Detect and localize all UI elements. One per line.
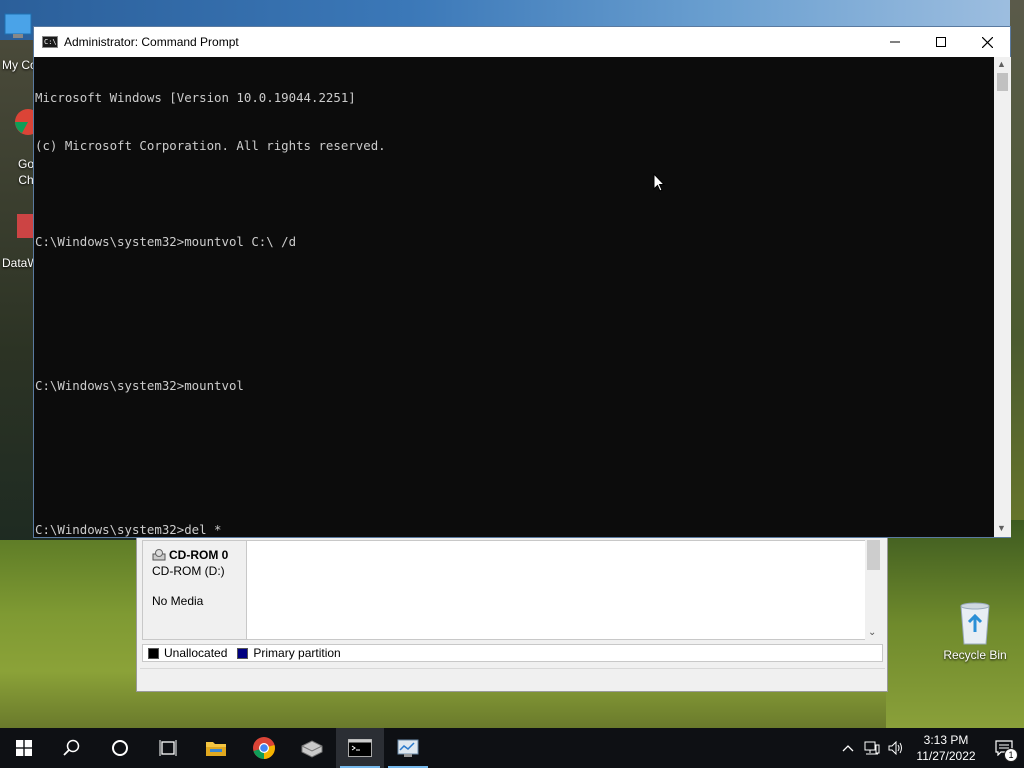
console-line: C:\Windows\system32>mountvol C:\ /d <box>35 234 297 249</box>
disk-icon <box>301 740 323 758</box>
desktop-icon-label: Go Ch <box>18 157 35 187</box>
command-prompt-window[interactable]: C:\ Administrator: Command Prompt Micros… <box>33 26 1011 538</box>
minimize-icon <box>890 41 900 43</box>
desktop-icon-recycle-bin[interactable]: Recycle Bin <box>940 600 1010 662</box>
console-scrollbar[interactable]: ▲ ▼ <box>994 57 1011 537</box>
console-prompt-line[interactable]: C:\Windows\system32>del * <box>35 522 993 537</box>
scrollbar-thumb[interactable] <box>997 73 1008 91</box>
legend-item-unallocated: Unallocated <box>148 646 227 660</box>
disk-name: CD-ROM 0 <box>169 548 229 562</box>
status-bar <box>140 668 885 688</box>
disk-list-pane[interactable]: CD-ROM 0 CD-ROM (D:) No Media <box>142 540 867 640</box>
cdrom-drive-icon <box>152 549 166 561</box>
start-button[interactable] <box>0 728 48 768</box>
volume-button[interactable] <box>884 728 908 768</box>
disk-label-cdrom[interactable]: CD-ROM 0 CD-ROM (D:) No Media <box>143 541 247 639</box>
legend-swatch <box>237 647 249 659</box>
recycle-bin-icon <box>960 602 990 645</box>
wallpaper-mountain-right <box>1010 0 1024 560</box>
show-hidden-icons-button[interactable] <box>836 728 860 768</box>
taskbar-clock[interactable]: 3:13 PM 11/27/2022 <box>912 732 980 764</box>
speaker-icon <box>888 741 902 755</box>
command-prompt-taskbar-button[interactable] <box>336 728 384 768</box>
minimize-button[interactable] <box>872 27 918 57</box>
chevron-up-icon <box>842 745 854 752</box>
task-view-button[interactable] <box>144 728 192 768</box>
chevron-down-icon[interactable]: ▼ <box>997 523 1006 533</box>
chrome-button[interactable] <box>240 728 288 768</box>
maximize-button[interactable] <box>918 27 964 57</box>
chrome-icon <box>15 109 34 135</box>
disk-pane-scrollbar[interactable]: ⌄ <box>865 540 882 640</box>
legend-item-primary-partition: Primary partition <box>237 646 341 660</box>
desktop-icon-google-chrome[interactable]: Go Ch <box>10 108 34 187</box>
chevron-down-icon[interactable]: ⌄ <box>868 627 876 638</box>
disk-legend: Unallocated Primary partition <box>142 644 883 662</box>
console-output[interactable]: Microsoft Windows [Version 10.0.19044.22… <box>34 57 994 537</box>
computer-icon <box>4 13 32 38</box>
folder-icon <box>206 742 226 756</box>
taskbar: 3:13 PM 11/27/2022 1 <box>0 728 1024 768</box>
cmd-icon: C:\ <box>42 36 58 48</box>
chrome-icon <box>253 737 275 759</box>
task-view-icon <box>159 740 177 756</box>
search-button[interactable] <box>48 728 96 768</box>
window-controls <box>872 27 1010 57</box>
window-title: Administrator: Command Prompt <box>64 35 239 49</box>
title-bar[interactable]: C:\ Administrator: Command Prompt <box>34 27 1010 57</box>
disk-type: CD-ROM (D:) <box>152 564 225 578</box>
system-tray: 3:13 PM 11/27/2022 1 <box>836 728 1024 768</box>
clock-time: 3:13 PM <box>923 733 969 747</box>
cortana-circle-icon <box>112 740 128 756</box>
disk-tool-button[interactable] <box>288 728 336 768</box>
file-explorer-button[interactable] <box>192 728 240 768</box>
close-icon <box>981 36 993 48</box>
legend-label: Primary partition <box>253 646 341 660</box>
mouse-cursor-icon <box>653 173 665 192</box>
windows-logo-icon <box>16 740 32 756</box>
disk-media-status: No Media <box>152 594 204 608</box>
network-icon <box>864 741 880 755</box>
search-icon <box>63 739 80 756</box>
desktop-icon-dataw[interactable]: DataW <box>2 210 39 270</box>
console-line: Microsoft Windows [Version 10.0.19044.22… <box>35 90 356 105</box>
clock-date: 11/27/2022 <box>916 749 976 763</box>
cortana-button[interactable] <box>96 728 144 768</box>
legend-swatch <box>148 647 159 659</box>
disk-management-taskbar-button[interactable] <box>384 728 432 768</box>
recycle-bin-label: Recycle Bin <box>943 648 1007 662</box>
notification-count-badge: 1 <box>1004 748 1018 762</box>
close-button[interactable] <box>964 27 1010 57</box>
network-button[interactable] <box>860 728 884 768</box>
chevron-up-icon[interactable]: ▲ <box>997 59 1006 69</box>
cmd-icon <box>348 739 372 757</box>
desktop-icon-label: My Co <box>2 58 37 72</box>
shortcut-icon <box>17 214 33 238</box>
console-line: (c) Microsoft Corporation. All rights re… <box>35 138 386 153</box>
disk-management-window[interactable]: CD-ROM 0 CD-ROM (D:) No Media ⌄ Unalloca… <box>136 536 888 692</box>
console-line: C:\Windows\system32>mountvol <box>35 378 244 393</box>
maximize-icon <box>936 37 946 47</box>
action-center-button[interactable]: 1 <box>984 728 1024 768</box>
legend-label: Unallocated <box>164 646 228 660</box>
desktop-icon-my-computer[interactable]: My Co <box>2 12 37 72</box>
scrollbar-thumb[interactable] <box>867 540 880 570</box>
diskmgmt-icon <box>397 739 419 757</box>
